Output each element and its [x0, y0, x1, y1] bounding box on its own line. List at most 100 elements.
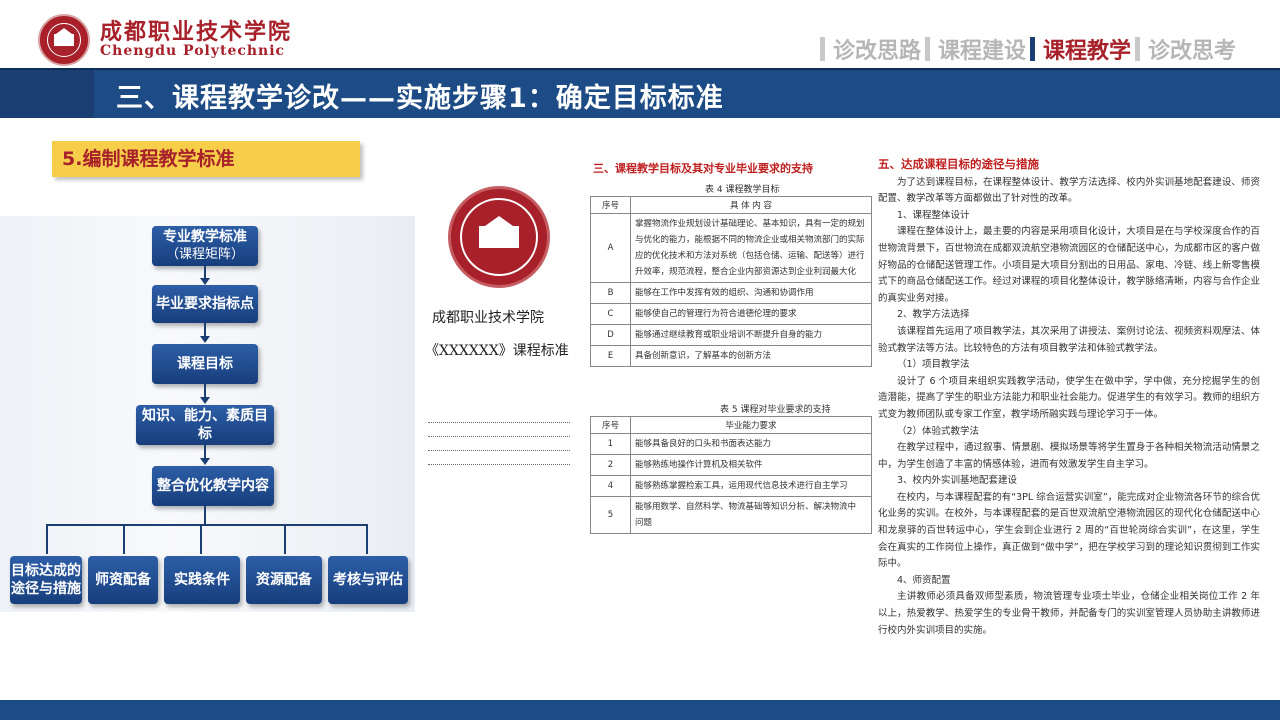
table-cell-number: E [590, 345, 631, 367]
table5-caption: 表 5 课程对毕业要求的支持 [720, 405, 831, 415]
doc-paragraph: 该课程首先运用了项目教学法，其次采用了讲授法、案例讨论法、视频资料观摩法、体验式… [878, 325, 1260, 354]
doc-paragraph: （2）体验式教学法 [897, 425, 980, 437]
table-cell-line: 能够具备良好的口头和书面表达能力 [635, 439, 772, 449]
table-row: 5 能够用数学、自然科学、物流基础等知识分析、解决物流中 问题 [590, 496, 872, 534]
flow-box-text: 毕业要求指标点 [156, 296, 254, 312]
footer-band [0, 700, 1280, 720]
table-cell-line: 具备创新意识，了解基本的创新方法 [635, 351, 772, 361]
table-cell-number: 5 [590, 496, 631, 534]
top-nav: 诊改思路 课程建设 课程教学 诊改思考 [816, 33, 1236, 65]
flow-box-text: 课程目标 [177, 356, 233, 372]
table-cell-line: 与优化的能力，能根据不同的物流企业或相关物流部门的实际 [635, 235, 865, 245]
brand-name-en: Chengdu Polytechnic [100, 43, 286, 59]
nav-label: 课程教学 [1042, 39, 1131, 64]
flow-leaf-practice-conditions: 实践条件 [164, 556, 240, 604]
flow-leaf-assessment: 考核与评估 [328, 556, 408, 604]
table-cell-content: 能够使自己的管理行为符合道德伦理的要求 [630, 303, 872, 325]
nav-label: 诊改思考 [1147, 39, 1236, 64]
table-cell-line: 能够通过继续教育或职业培训不断提升自身的能力 [635, 330, 823, 340]
table-cell-line: 升效率，规范流程，整合企业内部资源达到企业利润最大化 [635, 267, 857, 277]
flow-box-graduation-requirements: 毕业要求指标点 [152, 285, 258, 323]
doc-pathways-measures: 五、达成课程目标的途径与措施 为了达到课程目标，在课程整体设计、教学方法选择、校… [878, 156, 1260, 639]
table-row: E 具备创新意识，了解基本的创新方法 [590, 345, 872, 367]
table-row: A 掌握物流作业规划设计基础理论、基本知识，具有一定的规划 与优化的能力，能根据不同… [590, 213, 872, 283]
table-header-cell: 毕业能力要求 [630, 416, 872, 434]
flow-box-text: 目标达成的 [11, 563, 81, 579]
doc-paragraph: 为了达到课程目标，在课程整体设计、教学方法选择、校内外实训基地配套建设、师资配置… [878, 176, 1260, 205]
doc-paragraph: （1）项目教学法 [897, 359, 970, 371]
doc-paragraph: 设计了 6 个项目来组织实践教学活动，使学生在做中学，学中做，充分挖掘学生的创造… [878, 375, 1260, 420]
table-cell-content: 能够用数学、自然科学、物流基础等知识分析、解决物流中 问题 [630, 496, 872, 534]
table-cell-content: 能够通过继续教育或职业培训不断提升自身的能力 [630, 324, 872, 346]
section-label: 5.编制课程教学标准 [52, 141, 360, 177]
doc-text-heading: 五、达成课程目标的途径与措施 [878, 157, 1039, 171]
table-cell-number: C [590, 303, 631, 325]
cover-standard-title: 《XXXXXX》课程标准 [425, 343, 569, 359]
page-title: 三、课程教学诊改——实施步骤1：确定目标标准 [116, 83, 724, 114]
table-row: D 能够通过继续教育或职业培训不断提升自身的能力 [590, 324, 872, 346]
doc-tables-heading: 三、课程教学目标及其对专业毕业要求的支持 [593, 162, 813, 175]
table-cell-content: 能够在工作中发挥有效的组织、沟通和协调作用 [630, 282, 872, 304]
table-cell-content: 具备创新意识，了解基本的创新方法 [630, 345, 872, 367]
doc-paragraph: 3、校内外实训基地配套建设 [897, 475, 1018, 487]
doc-paragraph: 2、教学方法选择 [897, 309, 970, 321]
flow-leaf-resources: 资源配备 [246, 556, 322, 604]
cover-blank-line [428, 464, 570, 465]
doc-paragraph: 在校内，与本课程配套的有“3PL 综合运营实训室”，能完成对企业物流各环节的综合… [878, 491, 1260, 570]
table-row: 2 能够熟练地操作计算机及相关软件 [590, 454, 872, 476]
table-cell-line: 掌握物流作业规划设计基础理论、基本知识，具有一定的规划 [635, 219, 865, 229]
table-cell-content: 能够熟练地操作计算机及相关软件 [630, 454, 872, 476]
table-cell-line: 问题 [635, 518, 653, 528]
flow-box-professional-standard: 专业教学标准 （课程矩阵） [152, 226, 258, 266]
table-cell-number: B [590, 282, 631, 304]
doc-paragraph: 主讲教师必须具备双师型素质，物流管理专业项士毕业，仓储企业相关岗位工作 2 年以… [878, 591, 1260, 636]
nav-item-course-construction[interactable]: 课程建设 [924, 33, 1026, 65]
title-band: 三、课程教学诊改——实施步骤1：确定目标标准 [0, 68, 1280, 118]
doc-paragraph: 4、师资配置 [897, 574, 951, 586]
table-row: B 能够在工作中发挥有效的组织、沟通和协调作用 [590, 282, 872, 304]
doc-paragraph: 在教学过程中，通过叙事、情景剧、模拟场景等将学生置身于各种相关物流活动情景之中，… [878, 442, 1260, 470]
nav-item-diagnosis-reflection[interactable]: 诊改思考 [1134, 33, 1236, 65]
table-row: C 能够使自己的管理行为符合道德伦理的要求 [590, 303, 872, 325]
flow-box-text: 知识、能力、素质目标 [142, 408, 268, 442]
table-header-cell: 序号 [590, 416, 631, 434]
table-cell-content: 能够具备良好的口头和书面表达能力 [630, 433, 872, 455]
flow-box-text: 专业教学标准 [163, 229, 247, 245]
cover-blank-line [428, 450, 570, 451]
nav-label: 课程建设 [937, 39, 1026, 64]
flow-leaf-pathways-measures: 目标达成的 途径与措施 [10, 556, 82, 604]
table-row: 1 能够具备良好的口头和书面表达能力 [590, 433, 872, 455]
flow-box-text: 整合优化教学内容 [157, 478, 269, 494]
flow-box-course-objectives: 课程目标 [152, 344, 258, 384]
table4-caption: 表 4 课程教学目标 [705, 185, 780, 195]
flow-box-text: 师资配备 [95, 572, 151, 588]
flow-box-teaching-content: 整合优化教学内容 [152, 466, 274, 506]
table-cell-number: 4 [590, 475, 631, 497]
table-cell-number: A [590, 213, 631, 283]
table-header-cell: 具 体 内 容 [630, 196, 872, 214]
nav-item-course-teaching[interactable]: 课程教学 [1029, 33, 1131, 65]
table-cell-line: 应的优化技术和方法对系统（包括仓储、运输、配送等）进行 [635, 251, 865, 261]
brand-name-cn: 成都职业技术学院 [100, 19, 293, 45]
cover-blank-line [428, 422, 570, 423]
table-graduation-support: 序号 毕业能力要求 1 能够具备良好的口头和书面表达能力 2 能够熟练地操作计算机及相… [590, 416, 872, 534]
nav-item-diagnosis-idea[interactable]: 诊改思路 [819, 33, 921, 65]
flow-box-text: 资源配备 [256, 572, 312, 588]
table-course-objectives: 序号 具 体 内 容 A 掌握物流作业规划设计基础理论、基本知识，具有一定的规划与… [590, 196, 872, 367]
table-cell-line: 能够使自己的管理行为符合道德伦理的要求 [635, 309, 797, 319]
table-cell-line: 能够熟练掌握检索工具，运用现代信息技术进行自主学习 [635, 481, 848, 491]
flow-box-text: 实践条件 [174, 572, 230, 588]
table-cell-line: 能够在工作中发挥有效的组织、沟通和协调作用 [635, 288, 814, 298]
table-cell-number: D [590, 324, 631, 346]
nav-label: 诊改思路 [832, 39, 921, 64]
table-cell-line: 能够用数学、自然科学、物流基础等知识分析、解决物流中 [635, 502, 857, 512]
table-cell-number: 2 [590, 454, 631, 476]
flow-leaf-faculty: 师资配备 [88, 556, 158, 604]
doc-paragraph: 1、课程整体设计 [897, 209, 970, 221]
cover-blank-line [428, 436, 570, 437]
table-cell-line: 能够熟练地操作计算机及相关软件 [635, 460, 763, 470]
doc-paragraph: 课程在整体设计上，最主要的内容是采用项目化设计，大项目是在与学校深度合作的百世物… [878, 226, 1260, 304]
flowchart-panel: 专业教学标准 （课程矩阵） 毕业要求指标点 课程目标 知识、能力、素质目标 整合… [0, 216, 415, 612]
flow-box-text: 途径与措施 [11, 581, 81, 597]
flow-box-subtext: （课程矩阵） [165, 247, 244, 262]
